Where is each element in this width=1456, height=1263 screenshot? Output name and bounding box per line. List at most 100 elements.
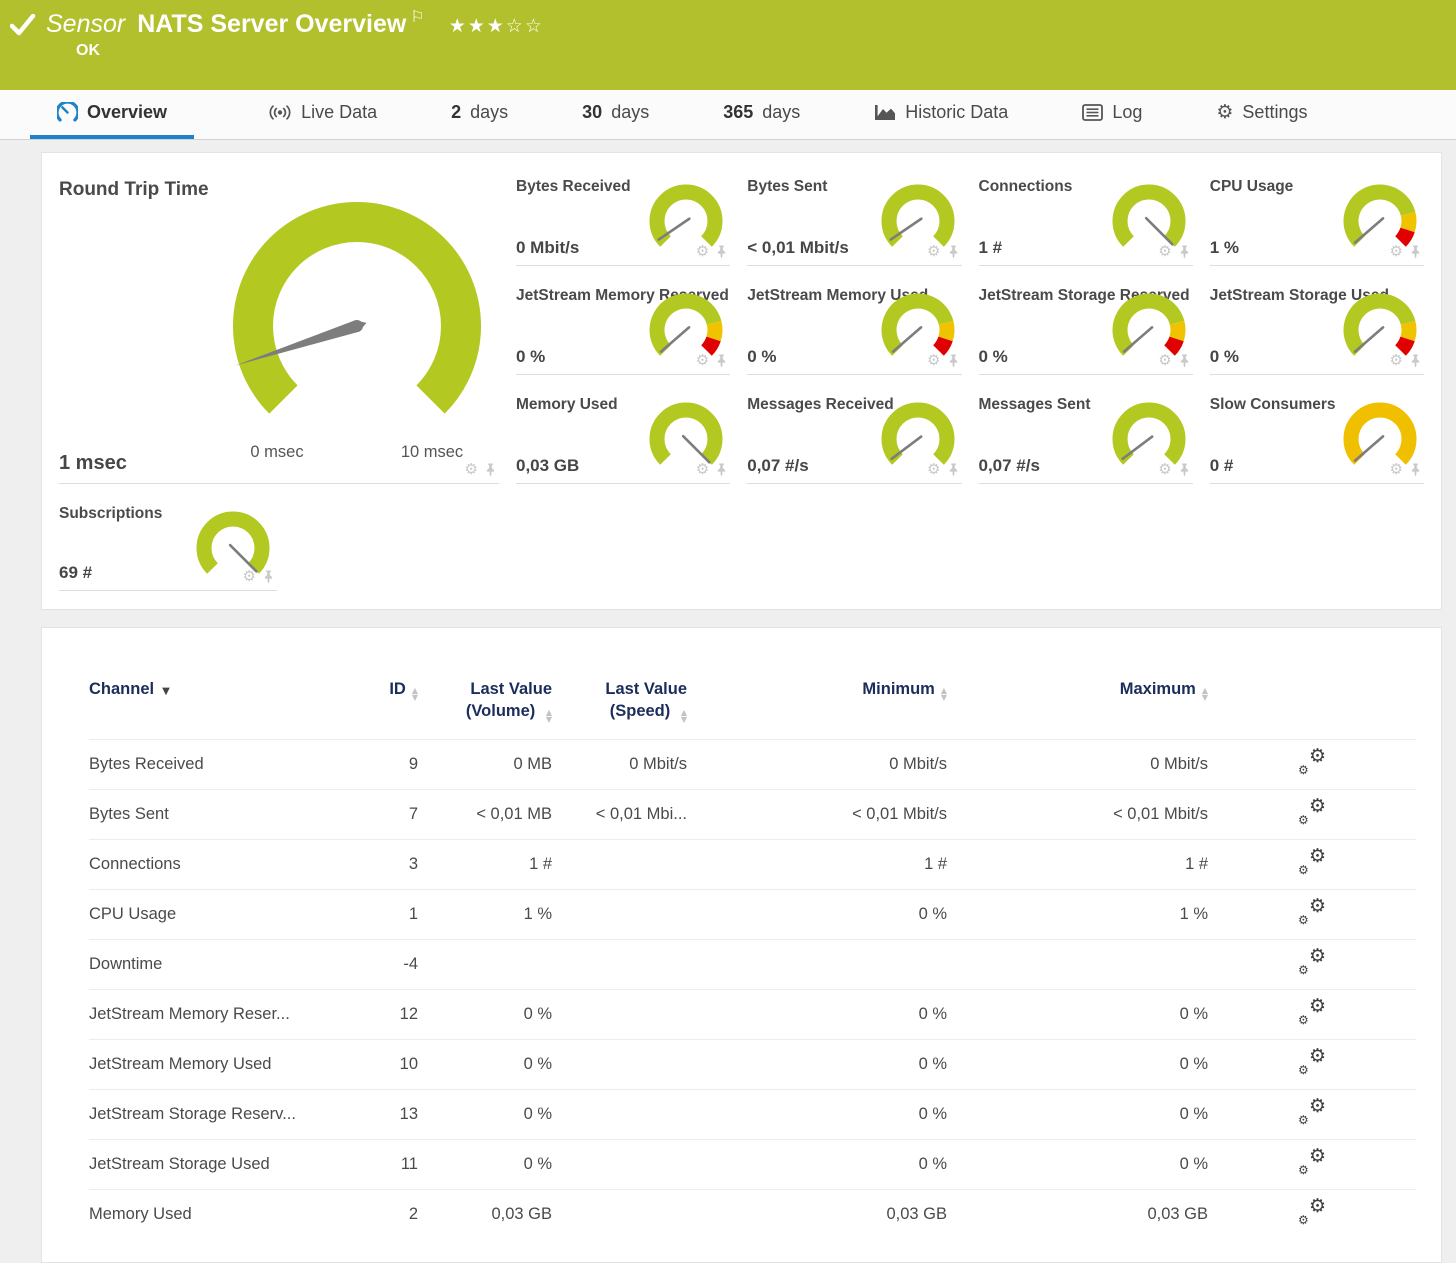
tab-overview[interactable]: Overview bbox=[30, 90, 194, 139]
channel-value: 1 bbox=[371, 890, 418, 940]
pin-icon[interactable] bbox=[1178, 354, 1191, 368]
page-title: NATS Server Overview bbox=[137, 10, 406, 39]
gear-icon[interactable]: ⚙ bbox=[927, 353, 940, 368]
gear-icon[interactable]: ⚙ bbox=[1390, 353, 1403, 368]
channel-name[interactable]: JetStream Memory Used bbox=[89, 1040, 371, 1090]
channel-settings-button[interactable]: ⚙⚙ bbox=[1298, 750, 1326, 774]
tab-label: days bbox=[470, 102, 508, 123]
sort-desc-icon[interactable]: ▼ bbox=[162, 686, 170, 697]
tab-number: 30 bbox=[582, 102, 602, 123]
priority-flag-icon[interactable]: ⚐ bbox=[410, 7, 424, 26]
column-header-id[interactable]: ID▲▼ bbox=[371, 678, 418, 740]
channel-value: 0 % bbox=[418, 1140, 552, 1190]
channel-settings-button[interactable]: ⚙⚙ bbox=[1298, 850, 1326, 874]
gauges-panel: Round Trip Time0 msec10 msec1 msec⚙Bytes… bbox=[41, 152, 1442, 610]
pin-icon[interactable] bbox=[484, 463, 497, 477]
gauge-cell-subscriptions: Subscriptions69 #⚙ bbox=[59, 498, 499, 590]
sort-arrows-icon[interactable]: ▲▼ bbox=[681, 709, 687, 723]
gear-icon[interactable]: ⚙ bbox=[243, 569, 256, 584]
gear-icon[interactable]: ⚙ bbox=[465, 462, 478, 477]
channel-name[interactable]: Bytes Received bbox=[89, 740, 371, 790]
channel-name[interactable]: JetStream Memory Reser... bbox=[89, 990, 371, 1040]
tab-2-days[interactable]: 2days bbox=[451, 90, 508, 139]
channel-name[interactable]: Bytes Sent bbox=[89, 790, 371, 840]
gear-icon[interactable]: ⚙ bbox=[1158, 462, 1171, 477]
channel-name[interactable]: JetStream Storage Reserv... bbox=[89, 1090, 371, 1140]
channels-panel: Channel▼ID▲▼Last Value(Volume) ▲▼Last Va… bbox=[41, 627, 1442, 1263]
pin-icon[interactable] bbox=[1409, 245, 1422, 259]
column-header-last-value[interactable]: Last Value(Volume) ▲▼ bbox=[418, 678, 552, 740]
tab-historic-data[interactable]: Historic Data bbox=[874, 90, 1008, 139]
table-row: JetStream Memory Reser...120 %0 %0 %⚙⚙ bbox=[89, 990, 1416, 1040]
channel-value bbox=[552, 990, 687, 1040]
tab-live-data[interactable]: Live Data bbox=[268, 90, 377, 139]
gear-icon[interactable]: ⚙ bbox=[696, 462, 709, 477]
pin-icon[interactable] bbox=[1178, 463, 1191, 477]
sort-arrows-icon[interactable]: ▲▼ bbox=[1202, 687, 1208, 701]
table-row: Memory Used20,03 GB0,03 GB0,03 GB⚙⚙ bbox=[89, 1190, 1416, 1240]
channel-settings-button[interactable]: ⚙⚙ bbox=[1298, 800, 1326, 824]
sort-arrows-icon[interactable]: ▲▼ bbox=[412, 687, 418, 701]
pin-icon[interactable] bbox=[1178, 245, 1191, 259]
channel-value bbox=[552, 1140, 687, 1190]
gear-icon[interactable]: ⚙ bbox=[696, 353, 709, 368]
column-header-channel[interactable]: Channel▼ bbox=[89, 678, 371, 740]
pin-icon[interactable] bbox=[947, 245, 960, 259]
tab-365-days[interactable]: 365days bbox=[723, 90, 800, 139]
gear-icon[interactable]: ⚙ bbox=[927, 244, 940, 259]
pin-icon[interactable] bbox=[947, 354, 960, 368]
pin-icon[interactable] bbox=[1409, 463, 1422, 477]
pin-icon[interactable] bbox=[715, 354, 728, 368]
tab-settings[interactable]: ⚙Settings bbox=[1216, 90, 1307, 139]
gauge-icon bbox=[57, 102, 78, 123]
channel-value: 0,03 GB bbox=[947, 1190, 1208, 1240]
channel-settings-button[interactable]: ⚙⚙ bbox=[1298, 1100, 1326, 1124]
gauge-cell-messages-received: Messages Received0,07 #/s⚙ bbox=[747, 389, 961, 484]
sort-arrows-icon[interactable]: ▲▼ bbox=[941, 687, 947, 701]
gear-icon[interactable]: ⚙ bbox=[927, 462, 940, 477]
gauge-value: 0 % bbox=[516, 347, 545, 367]
column-header-maximum[interactable]: Maximum▲▼ bbox=[947, 678, 1208, 740]
tab-label: Overview bbox=[87, 102, 167, 123]
channel-name[interactable]: CPU Usage bbox=[89, 890, 371, 940]
gear-icon[interactable]: ⚙ bbox=[1390, 462, 1403, 477]
channel-settings-button[interactable]: ⚙⚙ bbox=[1298, 900, 1326, 924]
channel-value: 0 Mbit/s bbox=[687, 740, 947, 790]
column-header-last-value[interactable]: Last Value(Speed) ▲▼ bbox=[552, 678, 687, 740]
gear-icon[interactable]: ⚙ bbox=[1158, 353, 1171, 368]
tab-bar: OverviewLive Data2days30days365daysHisto… bbox=[0, 90, 1456, 140]
broadcast-icon bbox=[268, 104, 292, 121]
channel-settings-button[interactable]: ⚙⚙ bbox=[1298, 1150, 1326, 1174]
channel-name[interactable]: JetStream Storage Used bbox=[89, 1140, 371, 1190]
gauge-value: 0 Mbit/s bbox=[516, 238, 579, 258]
pin-icon[interactable] bbox=[1409, 354, 1422, 368]
channel-name[interactable]: Memory Used bbox=[89, 1190, 371, 1240]
channel-settings-button[interactable]: ⚙⚙ bbox=[1298, 1000, 1326, 1024]
gauge-actions: ⚙ bbox=[696, 244, 728, 259]
priority-stars[interactable]: ★★★☆☆ bbox=[449, 15, 544, 37]
sort-arrows-icon[interactable]: ▲▼ bbox=[546, 709, 552, 723]
channel-settings-button[interactable]: ⚙⚙ bbox=[1298, 1200, 1326, 1224]
tab-number: 365 bbox=[723, 102, 753, 123]
channel-settings-button[interactable]: ⚙⚙ bbox=[1298, 1050, 1326, 1074]
column-header-minimum[interactable]: Minimum▲▼ bbox=[687, 678, 947, 740]
pin-icon[interactable] bbox=[947, 463, 960, 477]
gear-icon[interactable]: ⚙ bbox=[696, 244, 709, 259]
gear-icon[interactable]: ⚙ bbox=[1390, 244, 1403, 259]
pin-icon[interactable] bbox=[262, 570, 275, 584]
channels-table: Channel▼ID▲▼Last Value(Volume) ▲▼Last Va… bbox=[89, 678, 1416, 1239]
gear-icon: ⚙ bbox=[1216, 103, 1233, 122]
status-check-icon bbox=[10, 14, 36, 41]
gauge-cell-jetstream-memory-reserved: JetStream Memory Reserved0 %⚙ bbox=[516, 280, 730, 375]
tab-30-days[interactable]: 30days bbox=[582, 90, 649, 139]
channel-value bbox=[552, 890, 687, 940]
gauge-scale-min: 0 msec bbox=[227, 443, 327, 462]
channel-name[interactable]: Connections bbox=[89, 840, 371, 890]
tab-log[interactable]: Log bbox=[1082, 90, 1142, 139]
pin-icon[interactable] bbox=[715, 463, 728, 477]
channel-name[interactable]: Downtime bbox=[89, 940, 371, 990]
channel-settings-button[interactable]: ⚙⚙ bbox=[1298, 950, 1326, 974]
gear-icon[interactable]: ⚙ bbox=[1158, 244, 1171, 259]
gauge-cell-jetstream-storage-used: JetStream Storage Used0 %⚙ bbox=[1210, 280, 1424, 375]
pin-icon[interactable] bbox=[715, 245, 728, 259]
